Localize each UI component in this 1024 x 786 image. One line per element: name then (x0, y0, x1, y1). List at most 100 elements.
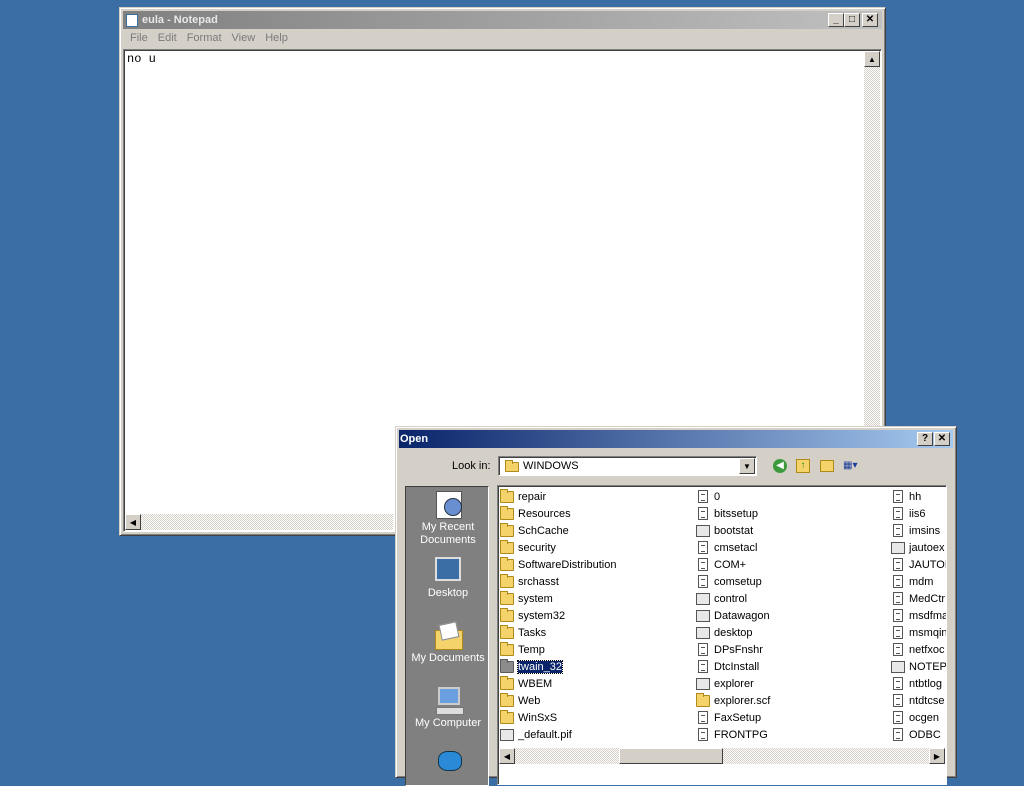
file-item[interactable]: ODBC (891, 726, 941, 743)
file-item[interactable]: cmsetacl (696, 539, 757, 556)
close-icon: ✕ (865, 14, 875, 25)
document-icon (893, 558, 903, 571)
file-item[interactable]: MedCtr (891, 590, 945, 607)
file-item[interactable]: DPsFnshr (696, 641, 763, 658)
folder-icon (500, 539, 514, 554)
document-icon (893, 490, 903, 503)
file-name: MedCtr (909, 592, 946, 605)
file-item[interactable]: WBEM (500, 675, 552, 692)
file-item[interactable]: ntbtlog (891, 675, 942, 692)
application-icon (891, 541, 905, 554)
dialog-close-button[interactable]: ✕ (934, 432, 950, 446)
file-item[interactable]: desktop (696, 624, 753, 641)
file-item[interactable]: SoftwareDistribution (500, 556, 616, 573)
file-item[interactable]: SchCache (500, 522, 569, 539)
file-name: control (714, 592, 748, 605)
file-item[interactable]: Resources (500, 505, 571, 522)
file-item[interactable]: msdfma (891, 607, 946, 624)
views-menu-icon[interactable]: ▦▾ (843, 460, 863, 473)
file-item[interactable]: repair (500, 488, 546, 505)
scroll-left-button[interactable]: ◀ (125, 514, 141, 530)
file-name: mdm (909, 575, 934, 588)
look-in-value: WINDOWS (523, 460, 579, 472)
look-in-dropdown[interactable]: WINDOWS ▼ (498, 456, 757, 476)
file-item[interactable]: explorer (696, 675, 754, 692)
places-my-computer[interactable]: My Computer (406, 685, 490, 730)
file-item[interactable]: Tasks (500, 624, 546, 641)
file-item[interactable]: _default.pif (500, 726, 572, 743)
dialog-help-button[interactable]: ? (917, 432, 933, 446)
file-item[interactable]: COM+ (696, 556, 746, 573)
up-folder-icon[interactable]: ↑ (796, 459, 810, 473)
new-folder-icon[interactable] (820, 460, 834, 472)
file-item[interactable]: twain_32 (500, 658, 564, 675)
file-item[interactable]: WinSxS (500, 709, 557, 726)
file-name: jautoex (909, 541, 945, 554)
scroll-up-button[interactable]: ▲ (864, 51, 880, 67)
document-icon (893, 609, 903, 622)
menu-file[interactable]: File (125, 32, 153, 44)
notepad-titlebar[interactable]: eula - Notepad _ □ ✕ (123, 11, 882, 29)
file-name: WBEM (518, 677, 553, 690)
file-item[interactable]: srchasst (500, 573, 559, 590)
file-item[interactable]: Datawagon (696, 607, 770, 624)
file-item[interactable]: bitssetup (696, 505, 758, 522)
file-name: _default.pif (518, 728, 572, 741)
file-item[interactable]: jautoex (891, 539, 944, 556)
menu-view[interactable]: View (227, 32, 261, 44)
file-name: Datawagon (714, 609, 770, 622)
document-icon (893, 711, 903, 724)
file-item[interactable]: msmqin (891, 624, 946, 641)
horizontal-scrollbar-track[interactable] (125, 514, 393, 530)
file-item[interactable]: explorer.scf (696, 692, 770, 709)
folder-icon (505, 460, 519, 472)
file-item[interactable]: system32 (500, 607, 565, 624)
close-button[interactable]: ✕ (862, 13, 878, 27)
places-recent-documents[interactable]: My Recent Documents (406, 489, 490, 547)
file-item[interactable]: ntdtcse (891, 692, 944, 709)
scroll-right-button[interactable]: ▶ (929, 748, 945, 764)
file-name: cmsetacl (714, 541, 758, 554)
file-item[interactable]: Temp (500, 641, 545, 658)
file-item[interactable]: system (500, 590, 553, 607)
file-item[interactable]: DtcInstall (696, 658, 759, 675)
file-item[interactable]: control (696, 590, 747, 607)
minimize-button[interactable]: _ (828, 13, 844, 27)
file-item[interactable]: NOTEPA (891, 658, 946, 675)
file-list[interactable]: repair Resources SchCache security SoftwareD… (497, 485, 947, 785)
file-name: ntbtlog (909, 677, 943, 690)
places-desktop[interactable]: Desktop (406, 555, 490, 600)
file-item[interactable]: FaxSetup (696, 709, 761, 726)
file-item[interactable]: iis6 (891, 505, 926, 522)
application-icon (696, 609, 710, 622)
file-item[interactable]: security (500, 539, 556, 556)
folder-icon (500, 709, 514, 724)
open-dialog-titlebar[interactable]: Open ? ✕ (399, 430, 953, 448)
file-item[interactable]: mdm (891, 573, 933, 590)
chevron-down-icon[interactable]: ▼ (739, 458, 755, 474)
back-icon[interactable]: ◀ (773, 459, 787, 473)
file-item[interactable]: hh (891, 488, 921, 505)
file-item[interactable]: FRONTPG (696, 726, 768, 743)
file-item[interactable]: ocgen (891, 709, 939, 726)
document-icon (893, 728, 903, 741)
file-item[interactable]: JAUTOE (891, 556, 946, 573)
file-item[interactable]: netfxoc (891, 641, 944, 658)
file-item[interactable]: imsins (891, 522, 940, 539)
file-item[interactable]: Web (500, 692, 540, 709)
maximize-button[interactable]: □ (844, 13, 860, 27)
places-my-network[interactable] (406, 749, 490, 781)
file-name: desktop (714, 626, 753, 639)
menu-format[interactable]: Format (182, 32, 227, 44)
file-item[interactable]: bootstat (696, 522, 753, 539)
document-icon (698, 660, 708, 673)
file-name: Resources (518, 507, 571, 520)
horizontal-scrollbar-thumb[interactable] (619, 748, 723, 764)
menu-help[interactable]: Help (260, 32, 293, 44)
menu-edit[interactable]: Edit (153, 32, 182, 44)
application-icon (696, 626, 710, 639)
file-item[interactable]: comsetup (696, 573, 762, 590)
scroll-left-button[interactable]: ◀ (499, 748, 515, 764)
places-my-documents[interactable]: My Documents (406, 620, 490, 665)
file-item[interactable]: 0 (696, 488, 720, 505)
